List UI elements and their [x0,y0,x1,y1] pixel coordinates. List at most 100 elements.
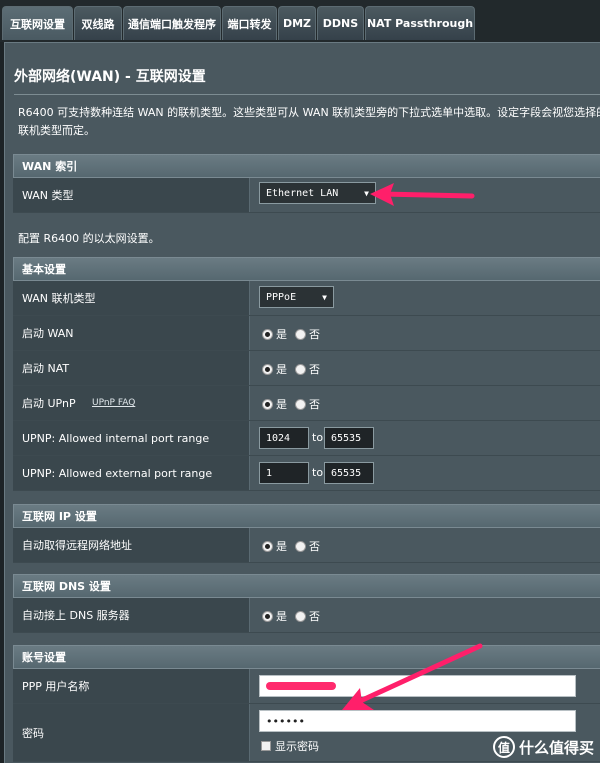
radio-yes[interactable] [262,363,273,375]
show-password-label: 显示密码 [275,740,319,753]
radio-yes[interactable] [262,328,273,340]
conn-type-select[interactable]: PPPoE ▼ [259,286,334,308]
dropdown-arrow-icon: ▼ [322,292,327,302]
to-label: to [312,431,324,444]
upnp-external-label: UPNP: Allowed external port range [13,456,250,490]
row-auto-dns: 自动接上 DNS 服务器 是 否 [13,598,600,633]
show-password-toggle[interactable]: 显示密码 [261,738,319,754]
upnp-internal-to-input[interactable]: 65535 [324,427,374,449]
ethernet-note: 配置 R6400 的以太网设置。 [18,232,160,245]
conn-type-value: PPPoE [266,291,297,303]
tab-label: 端口转发 [227,17,272,31]
conn-type-label: WAN 联机类型 [13,281,250,315]
auto-ip-radio: 是 否 [262,538,320,554]
row-auto-ip: 自动取得远程网络地址 是 否 [13,528,600,563]
radio-yes-label: 是 [276,540,287,553]
tab-port-forwarding[interactable]: 端口转发 [222,6,277,40]
auto-dns-radio: 是 否 [262,608,320,624]
watermark: 值 什么值得买 [492,736,594,758]
section-header-basic: 基本设置 [13,257,600,281]
tab-label: 双线路 [81,17,115,31]
show-password-checkbox[interactable] [261,741,271,751]
row-value: 1024 to 65535 [250,421,600,455]
radio-yes-label: 是 [276,363,287,376]
radio-yes[interactable] [262,610,273,622]
row-value: Ethernet LAN ▼ [250,178,600,212]
radio-no[interactable] [295,398,306,410]
radio-no-label: 否 [309,328,320,341]
radio-no-label: 否 [309,363,320,376]
row-upnp-internal: UPNP: Allowed internal port range 1024 t… [13,421,600,456]
watermark-badge-icon: 值 [492,736,515,758]
auto-dns-label: 自动接上 DNS 服务器 [13,598,250,632]
row-enable-upnp: 启动 UPnP UPnP FAQ 是 否 [13,386,600,421]
upnp-external-from-input[interactable]: 1 [259,462,309,484]
radio-no-label: 否 [309,540,320,553]
password-input[interactable]: •••••• [259,710,576,732]
row-upnp-external: UPNP: Allowed external port range 1 to 6… [13,456,600,491]
page-title: 外部网络(WAN) - 互联网设置 [14,69,206,85]
radio-yes-label: 是 [276,610,287,623]
username-label: PPP 用户名称 [13,669,250,703]
radio-no-label: 否 [309,610,320,623]
radio-no[interactable] [295,610,306,622]
tab-bar: 互联网设置 双线路 通信端口触发程序 端口转发 DMZ DDNS NAT Pas… [0,0,600,42]
enable-upnp-text: 启动 UPnP [22,397,76,410]
row-value: PPPoE ▼ [250,281,600,315]
tab-nat-passthrough[interactable]: NAT Passthrough [365,6,475,40]
row-value: 1 to 65535 [250,456,600,490]
wan-type-value: Ethernet LAN [266,187,339,199]
dropdown-arrow-icon: ▼ [364,188,369,198]
section-header-ip: 互联网 IP 设置 [13,504,600,528]
enable-nat-label: 启动 NAT [13,351,250,385]
page-description: R6400 可支持数种连结 WAN 的联机类型。这些类型可从 WAN 联机类型旁… [18,106,600,137]
radio-no-label: 否 [309,398,320,411]
row-value: 是 否 [250,351,600,385]
to-label: to [312,466,324,479]
enable-nat-radio: 是 否 [262,361,320,377]
auto-ip-label: 自动取得远程网络地址 [13,528,250,562]
radio-yes-label: 是 [276,328,287,341]
section-header-dns: 互联网 DNS 设置 [13,574,600,598]
enable-wan-radio: 是 否 [262,326,320,342]
row-enable-nat: 启动 NAT 是 否 [13,351,600,386]
divider [14,94,600,95]
row-value: 是 否 [250,386,600,420]
row-value [250,669,600,703]
radio-yes[interactable] [262,398,273,410]
upnp-internal-from-input[interactable]: 1024 [259,427,309,449]
row-username: PPP 用户名称 [13,669,600,704]
tab-internet-settings[interactable]: 互联网设置 [2,6,73,40]
section-header-account: 账号设置 [13,645,600,669]
tab-label: 互联网设置 [10,17,65,31]
tab-label: DDNS [322,17,359,30]
tab-port-trigger[interactable]: 通信端口触发程序 [123,6,221,40]
row-enable-wan: 启动 WAN 是 否 [13,316,600,351]
upnp-external-to-input[interactable]: 65535 [324,462,374,484]
radio-yes[interactable] [262,540,273,552]
tab-label: DMZ [282,17,312,30]
row-wan-type: WAN 类型 Ethernet LAN ▼ [13,178,600,213]
wan-type-label: WAN 类型 [13,178,250,212]
tab-label: NAT Passthrough [366,17,474,30]
enable-upnp-radio: 是 否 [262,396,320,412]
radio-no[interactable] [295,328,306,340]
radio-yes-label: 是 [276,398,287,411]
upnp-internal-label: UPNP: Allowed internal port range [13,421,250,455]
wan-type-select[interactable]: Ethernet LAN ▼ [259,182,376,204]
watermark-text: 什么值得买 [518,738,594,757]
row-value: 是 否 [250,598,600,632]
tab-ddns[interactable]: DDNS [317,6,364,40]
row-value: 是 否 [250,316,600,350]
radio-no[interactable] [295,363,306,375]
upnp-faq-link[interactable]: UPnP FAQ [92,398,135,408]
username-input[interactable] [259,675,576,697]
row-value: 是 否 [250,528,600,562]
enable-wan-label: 启动 WAN [13,316,250,350]
row-conn-type: WAN 联机类型 PPPoE ▼ [13,281,600,316]
tab-dmz[interactable]: DMZ [278,6,316,40]
enable-upnp-label: 启动 UPnP UPnP FAQ [13,386,250,420]
tab-dual-wan[interactable]: 双线路 [74,6,122,40]
radio-no[interactable] [295,540,306,552]
password-label: 密码 [13,704,250,761]
